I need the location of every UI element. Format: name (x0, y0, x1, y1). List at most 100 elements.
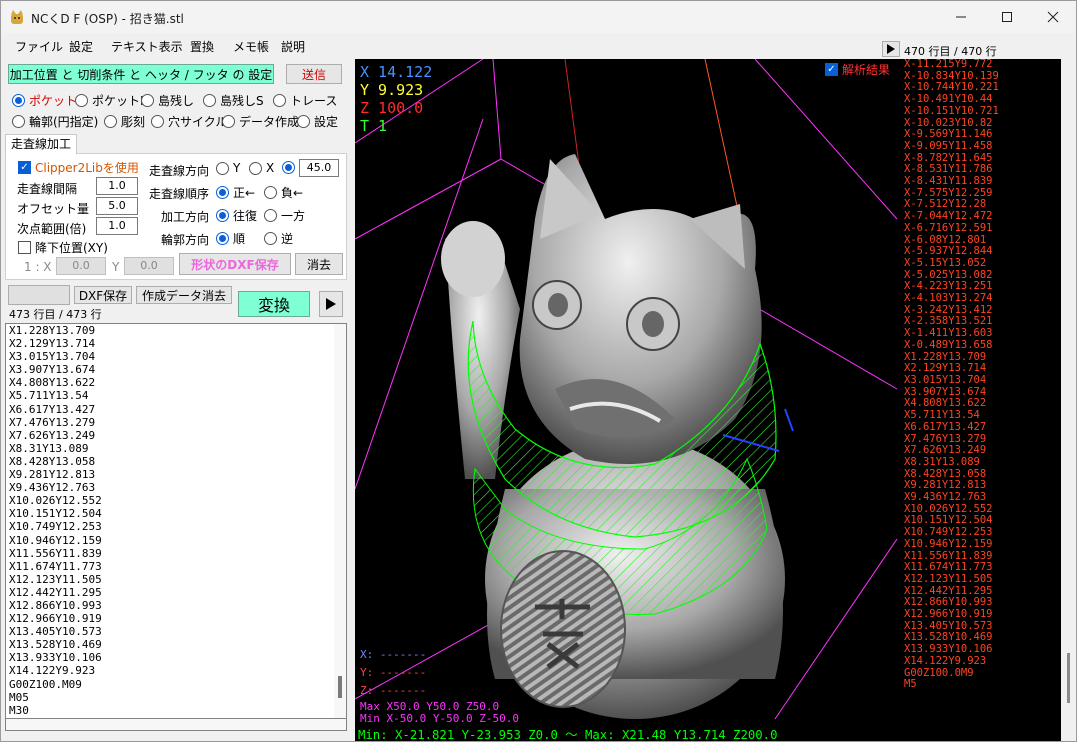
nc-line[interactable]: X8.428Y13.058 (6, 455, 346, 468)
convert-button[interactable]: 変換 (238, 291, 310, 317)
mode-data-create-radio[interactable]: データ作成 (222, 113, 299, 130)
nc-line[interactable]: X3.015Y13.704 (901, 374, 1061, 387)
nc-line[interactable]: X-5.15Y13.052 (901, 257, 1061, 270)
dxf-save-button[interactable]: DXF保存 (74, 286, 132, 304)
nc-line[interactable]: X-10.151Y10.721 (901, 105, 1061, 118)
right-vertical-scrollbar[interactable] (1061, 59, 1076, 741)
nc-line[interactable]: X9.281Y12.813 (6, 468, 346, 481)
nc-line[interactable]: X12.966Y10.919 (901, 608, 1061, 621)
menu-file[interactable]: ファイル (15, 38, 63, 55)
nc-line[interactable]: X10.749Y12.253 (6, 520, 346, 533)
horizontal-scrollbar[interactable] (5, 719, 347, 731)
drop-position-checkbox[interactable]: 降下位置(XY) (18, 239, 108, 256)
nc-line[interactable]: G00Z100.M09 (6, 678, 346, 691)
mode-pocket-radio[interactable]: ポケット (12, 92, 77, 109)
nc-line[interactable]: X-9.095Y11.458 (901, 140, 1061, 153)
minimize-button[interactable] (938, 1, 984, 33)
nc-line[interactable]: X12.966Y10.919 (6, 612, 346, 625)
next-range-input[interactable]: 1.0 (96, 217, 138, 235)
nc-line[interactable]: X7.626Y13.249 (6, 429, 346, 442)
shape-dxf-save-button[interactable]: 形状のDXF保存 (179, 253, 291, 275)
menu-replace[interactable]: 置換 (190, 38, 214, 55)
maximize-button[interactable] (984, 1, 1030, 33)
nc-line[interactable]: X12.866Y10.993 (6, 599, 346, 612)
dir-x-radio[interactable]: X (249, 161, 274, 175)
nc-line[interactable]: X14.122Y9.923 (901, 655, 1061, 668)
angle-input[interactable]: 45.0 (299, 159, 339, 177)
nc-line[interactable]: X2.129Y13.714 (6, 337, 346, 350)
nc-line[interactable]: X10.151Y12.504 (6, 507, 346, 520)
scroll-thumb[interactable] (1067, 653, 1070, 703)
play-button[interactable] (319, 291, 343, 317)
nc-line[interactable]: M30 (6, 704, 346, 717)
shape-clear-button[interactable]: 消去 (295, 253, 343, 275)
scroll-thumb[interactable] (338, 676, 342, 698)
mode-island-radio[interactable]: 島残し (141, 92, 194, 109)
order-forward-radio[interactable]: 正← (216, 184, 255, 201)
nc-line[interactable]: X-0.489Y13.658 (901, 339, 1061, 352)
nc-line[interactable]: X10.946Y12.159 (901, 538, 1061, 551)
tab-scan-line[interactable]: 走査線加工 (5, 134, 77, 155)
drop-y-input[interactable]: 0.0 (124, 257, 174, 275)
nc-line[interactable]: X9.436Y12.763 (901, 491, 1061, 504)
mode-settings-radio[interactable]: 設定 (297, 113, 338, 130)
nc-line[interactable]: X9.436Y12.763 (6, 481, 346, 494)
nc-line[interactable]: X13.528Y10.469 (6, 638, 346, 651)
offset-input[interactable]: 5.0 (96, 197, 138, 215)
nc-line[interactable]: X11.556Y11.839 (6, 547, 346, 560)
cut-oneway-radio[interactable]: 一方 (264, 207, 305, 224)
nc-line[interactable]: X10.946Y12.159 (6, 534, 346, 547)
nc-line[interactable]: X7.476Y13.279 (6, 416, 346, 429)
nc-line[interactable]: X3.015Y13.704 (6, 350, 346, 363)
analysis-result-checkbox[interactable]: ✓ 解析結果 (825, 61, 890, 78)
nc-line[interactable]: G00Z100.0M9 (901, 667, 1061, 680)
menu-settings[interactable]: 設定 (69, 38, 93, 55)
nc-line[interactable]: X-11.215Y9.772 (901, 59, 1061, 71)
drop-x-input[interactable]: 0.0 (56, 257, 106, 275)
nc-code-list-right[interactable]: X-11.215Y9.772 X-10.834Y10.139 X-10.744Y10… (901, 59, 1061, 741)
nc-line[interactable]: X12.442Y11.295 (6, 586, 346, 599)
mode-contour-radio[interactable]: 輪郭(円指定) (12, 113, 98, 130)
clear-created-data-button[interactable]: 作成データ消去 (136, 286, 232, 304)
nc-code-list-left[interactable]: X1.228Y13.709 X2.129Y13.714 X3.015Y13.704 X… (5, 323, 347, 719)
nc-line[interactable]: X3.907Y13.674 (6, 363, 346, 376)
nc-line[interactable]: X8.31Y13.089 (6, 442, 346, 455)
3d-viewport[interactable]: X 14.122 Y 9.923 Z 100.0 T 1 ✓ 解析結果 X: --… (355, 59, 901, 741)
menu-help[interactable]: 説明 (281, 38, 305, 55)
mode-hole-cycle-radio[interactable]: 穴サイクル (151, 113, 227, 130)
nc-line[interactable]: X8.31Y13.089 (901, 456, 1061, 469)
close-button[interactable] (1030, 1, 1076, 33)
contour-reverse-radio[interactable]: 逆 (264, 230, 293, 247)
mode-trace-radio[interactable]: トレース (273, 92, 337, 109)
menu-text-view[interactable]: テキスト表示 (111, 38, 183, 55)
nc-line[interactable]: X12.123Y11.505 (901, 573, 1061, 586)
nc-line[interactable]: M5 (901, 679, 1061, 691)
nc-line[interactable]: X-4.103Y13.274 (901, 292, 1061, 305)
nc-line[interactable]: X-8.431Y11.839 (901, 175, 1061, 188)
nc-line[interactable]: X14.122Y9.923 (6, 664, 346, 677)
nc-line[interactable]: X12.123Y11.505 (6, 573, 346, 586)
mode-island-s-radio[interactable]: 島残しS (203, 92, 264, 109)
nc-line[interactable]: X13.405Y10.573 (6, 625, 346, 638)
nc-line[interactable]: X5.711Y13.54 (6, 389, 346, 402)
order-reverse-radio[interactable]: 負← (264, 184, 303, 201)
nc-line[interactable]: X10.026Y12.552 (6, 494, 346, 507)
dir-y-radio[interactable]: Y (216, 161, 240, 175)
contour-forward-radio[interactable]: 順 (216, 230, 245, 247)
nc-line[interactable]: X6.617Y13.427 (6, 403, 346, 416)
nc-line[interactable]: X6.617Y13.427 (901, 421, 1061, 434)
interval-input[interactable]: 1.0 (96, 177, 138, 195)
nc-line[interactable]: X11.674Y11.773 (6, 560, 346, 573)
nc-line[interactable]: X13.933Y10.106 (6, 651, 346, 664)
cut-roundtrip-radio[interactable]: 往復 (216, 207, 257, 224)
clipper-checkbox[interactable]: ✓ Clipper2Libを使用 (18, 159, 139, 176)
dir-angle-radio[interactable] (282, 161, 299, 174)
right-play-button[interactable] (882, 41, 900, 57)
nc-line[interactable]: X4.808Y13.622 (6, 376, 346, 389)
mode-engrave-radio[interactable]: 彫刻 (104, 113, 145, 130)
nc-line[interactable]: X-6.716Y12.591 (901, 222, 1061, 235)
send-button[interactable]: 送信 (286, 64, 342, 84)
machining-settings-button[interactable]: 加工位置 と 切削条件 と ヘッタ / フッタ の 設定 (8, 64, 274, 84)
nc-line[interactable]: M05 (6, 691, 346, 704)
vertical-scrollbar[interactable] (334, 324, 346, 718)
